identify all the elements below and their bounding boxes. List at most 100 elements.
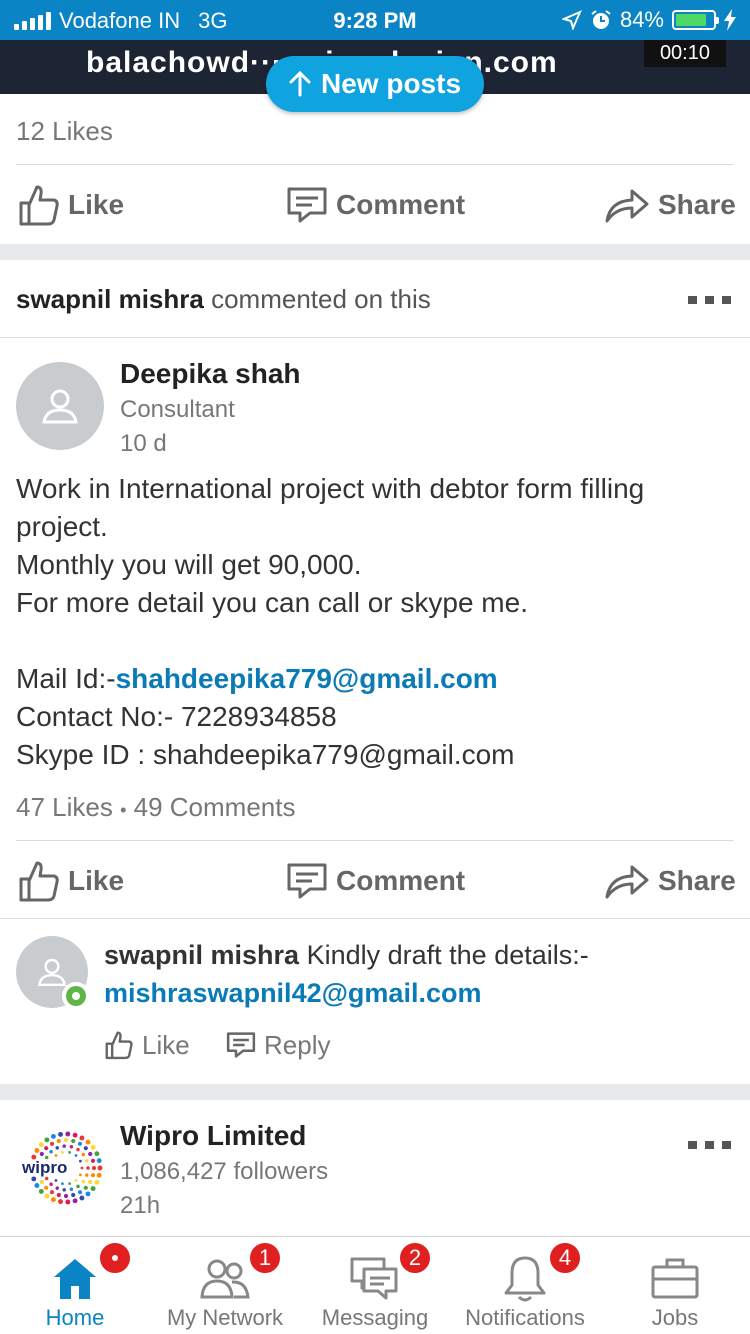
wipro-logo-dot: [76, 1184, 80, 1189]
bottom-navigation: Home 1 My Network 2 Messaging 4 Notifica…: [0, 1236, 750, 1334]
post2-likes-count[interactable]: 47 Likes: [16, 792, 113, 822]
reply-icon: [226, 1032, 256, 1058]
activity-verb: commented on this: [211, 284, 431, 314]
wipro-logo-dot: [85, 1173, 89, 1177]
post1-comment-button[interactable]: Comment: [286, 166, 465, 244]
wipro-logo-dot: [96, 1158, 102, 1164]
post2-social-counts: 47 Likes • 49 Comments: [16, 792, 295, 823]
wipro-logo-dot: [90, 1144, 96, 1150]
comment-reply-button[interactable]: Reply: [226, 1006, 330, 1084]
wipro-logo-dot: [94, 1179, 100, 1185]
wipro-logo-dot: [54, 1154, 58, 1157]
wipro-logo-dot: [56, 1192, 61, 1198]
home-icon: [54, 1259, 96, 1299]
post2-body-line: Work in International project with debto…: [16, 473, 645, 504]
wipro-logo-dot: [68, 1182, 71, 1185]
wipro-logo-dot: [72, 1132, 78, 1138]
thumbs-up-icon: [19, 185, 59, 226]
video-timer: 00:10: [643, 40, 726, 67]
messaging-badge: 2: [398, 1241, 432, 1275]
post2-comment-button[interactable]: Comment: [286, 842, 465, 920]
wipro-logo-text: wipro: [22, 1158, 68, 1177]
wipro-logo-dot: [44, 1146, 49, 1151]
post2-share-button[interactable]: Share: [604, 842, 736, 920]
wipro-logo-dot: [80, 1166, 84, 1170]
comment-text: Kindly draft the details:-: [306, 940, 589, 970]
divider: [16, 164, 734, 165]
wipro-logo-dot: [77, 1141, 83, 1146]
wipro-logo-dot: [71, 1192, 76, 1198]
post2-actions: Like Comment Share: [0, 842, 750, 920]
like-label: Like: [68, 865, 125, 896]
nav-home[interactable]: Home: [0, 1237, 150, 1334]
wipro-logo-dot: [79, 1159, 82, 1163]
wipro-logo-dot: [65, 1131, 71, 1137]
wipro-logo-dot: [56, 1138, 61, 1144]
nav-my-network-label: My Network: [166, 1305, 284, 1330]
comment-email-link[interactable]: mishraswapnil42@gmail.com: [104, 978, 481, 1009]
post1-share-button[interactable]: Share: [604, 166, 736, 244]
post1-actions: Like Comment Share: [0, 166, 750, 244]
mail-label: Mail Id:-: [16, 663, 116, 694]
post2-mail-line: Mail Id:-shahdeepika779@gmail.com: [16, 660, 644, 698]
wipro-logo-dot: [58, 1131, 63, 1137]
nav-jobs[interactable]: Jobs: [600, 1237, 750, 1334]
wipro-logo-dot: [61, 1151, 64, 1154]
wipro-logo-dot: [85, 1191, 91, 1197]
battery-percent: 84%: [619, 7, 664, 32]
wipro-logo-dot: [49, 1190, 55, 1195]
wipro-logo-dot: [81, 1179, 86, 1184]
nav-notifications[interactable]: 4 Notifications: [450, 1237, 600, 1334]
wipro-logo-dot: [74, 1179, 78, 1182]
post2-like-button[interactable]: Like: [18, 842, 124, 920]
comment-like-label: Like: [142, 1029, 190, 1060]
nav-my-network[interactable]: 1 My Network: [150, 1237, 300, 1334]
comment-like-button[interactable]: Like: [104, 1006, 190, 1084]
post3-company-name[interactable]: Wipro Limited: [120, 1120, 306, 1152]
comment-author[interactable]: swapnil mishra: [104, 940, 299, 970]
thumbs-up-icon: [105, 1031, 133, 1060]
more-options-icon[interactable]: [688, 295, 732, 305]
comment-content: swapnil mishra Kindly draft the details:…: [104, 940, 589, 971]
activity-actor[interactable]: swapnil mishra: [16, 284, 204, 314]
post2-body-line: project.: [16, 511, 108, 542]
wipro-logo-dot: [79, 1135, 85, 1141]
notifications-badge: 4: [548, 1241, 582, 1275]
divider: [0, 337, 750, 338]
wipro-logo-dot: [76, 1147, 80, 1152]
wipro-logo-dot: [54, 1179, 58, 1182]
wipro-logo-dot: [83, 1146, 88, 1151]
wipro-logo-dot: [44, 1137, 50, 1143]
wipro-logo[interactable]: wipro: [16, 1130, 104, 1206]
arrow-up-icon: [289, 71, 311, 97]
wipro-logo-dot: [69, 1187, 74, 1192]
wipro-logo-dot: [74, 1154, 78, 1157]
new-posts-button[interactable]: New posts: [266, 56, 484, 112]
post2-body-line: For more detail you can call or skype me…: [16, 587, 528, 618]
wipro-logo-dot: [85, 1139, 91, 1145]
post2-skype-line: Skype ID : shahdeepika779@gmail.com: [16, 739, 515, 770]
wipro-logo-dot: [55, 1186, 59, 1190]
wipro-logo-dot: [90, 1173, 96, 1178]
share-label: Share: [658, 865, 736, 896]
wipro-logo-dot: [58, 1199, 63, 1205]
wipro-logo-dot: [39, 1179, 44, 1185]
post2-comments-count[interactable]: 49 Comments: [134, 792, 296, 822]
mail-link[interactable]: shahdeepika779@gmail.com: [116, 663, 498, 694]
separator-dot: •: [120, 800, 127, 820]
wipro-logo-dot: [81, 1152, 86, 1157]
wipro-logo-dot: [63, 1137, 69, 1143]
post2-author-name[interactable]: Deepika shah: [120, 358, 301, 390]
nav-messaging[interactable]: 2 Messaging: [300, 1237, 450, 1334]
more-options-icon[interactable]: [688, 1140, 732, 1150]
wipro-logo-dot: [50, 1197, 56, 1203]
charging-bolt-icon: [724, 9, 736, 31]
wipro-logo-dot: [91, 1165, 97, 1171]
wipro-logo-dot: [61, 1182, 64, 1185]
post1-likes-count[interactable]: 12 Likes: [16, 116, 113, 147]
post2-author-headline: Consultant: [120, 396, 235, 423]
post2-author-avatar[interactable]: [16, 362, 104, 450]
post2-body: Work in International project with debto…: [16, 470, 644, 774]
post1-like-button[interactable]: Like: [18, 166, 124, 244]
wipro-logo-dot: [38, 1142, 44, 1148]
